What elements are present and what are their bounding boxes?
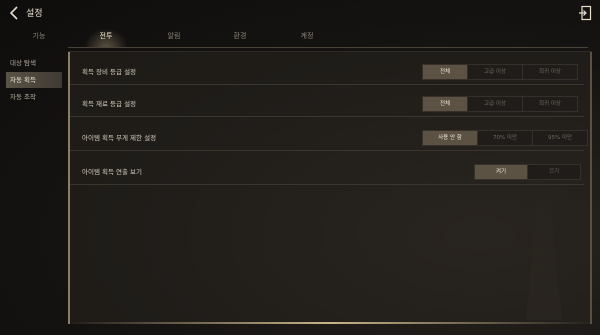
tab-divider [68, 47, 588, 48]
option-button[interactable]: 70% 미만 [478, 131, 533, 145]
option-button[interactable]: 고급 이상 [468, 97, 523, 111]
tab-notifications[interactable]: 알림 [154, 31, 194, 41]
option-button[interactable]: 전체 [423, 65, 468, 79]
setting-row: 획득 재료 등급 설정 전체 고급 이상 희귀 이상 [70, 88, 584, 117]
tab-bar: 기능 전투 알림 환경 계정 [0, 28, 600, 48]
setting-label: 획득 장비 등급 설정 [82, 68, 137, 76]
setting-label: 획득 재료 등급 설정 [82, 100, 137, 108]
option-selector: 전체 고급 이상 희귀 이상 [422, 64, 578, 80]
option-selector: 전체 고급 이상 희귀 이상 [422, 96, 578, 112]
tab-combat[interactable]: 전투 [86, 31, 126, 41]
tab-functions[interactable]: 기능 [19, 31, 59, 41]
setting-row: 아이템 획득 무게 제한 설정 사용 안 함 70% 미만 95% 미만 [70, 122, 588, 151]
option-button[interactable]: 희귀 이상 [523, 65, 577, 79]
back-button[interactable] [6, 5, 22, 21]
option-button[interactable]: 고급 이상 [468, 65, 523, 79]
tab-account[interactable]: 계정 [287, 31, 327, 41]
chevron-left-icon [9, 6, 18, 20]
exit-icon [579, 5, 592, 21]
option-button[interactable]: 켜기 [475, 165, 528, 179]
sidebar-item-target-search[interactable]: 대상 탐색 [6, 55, 62, 71]
setting-label: 아이템 획득 연출 보기 [82, 168, 143, 176]
option-button[interactable]: 전체 [423, 97, 468, 111]
setting-row: 아이템 획득 연출 보기 켜기 끄기 [70, 156, 584, 185]
option-button[interactable]: 사용 안 함 [423, 131, 478, 145]
panel-bottom-edge [66, 322, 594, 324]
option-selector: 사용 안 함 70% 미만 95% 미만 [422, 130, 588, 146]
exit-button[interactable] [578, 5, 592, 21]
setting-label: 아이템 획득 무게 제한 설정 [82, 134, 157, 142]
tab-environment[interactable]: 환경 [220, 31, 260, 41]
sidebar-item-auto-control[interactable]: 자동 조작 [6, 89, 62, 105]
top-bar: 설정 [0, 0, 600, 28]
option-button[interactable]: 끄기 [528, 165, 580, 179]
option-button[interactable]: 95% 미만 [533, 131, 587, 145]
page-title: 설정 [26, 9, 43, 19]
setting-row: 획득 장비 등급 설정 전체 고급 이상 희귀 이상 [70, 56, 584, 85]
sidebar-item-auto-loot[interactable]: 자동 획득 [6, 72, 62, 88]
sidebar: 대상 탐색 자동 획득 자동 조작 [6, 55, 62, 106]
option-toggle: 켜기 끄기 [474, 164, 581, 180]
option-button[interactable]: 희귀 이상 [523, 97, 577, 111]
